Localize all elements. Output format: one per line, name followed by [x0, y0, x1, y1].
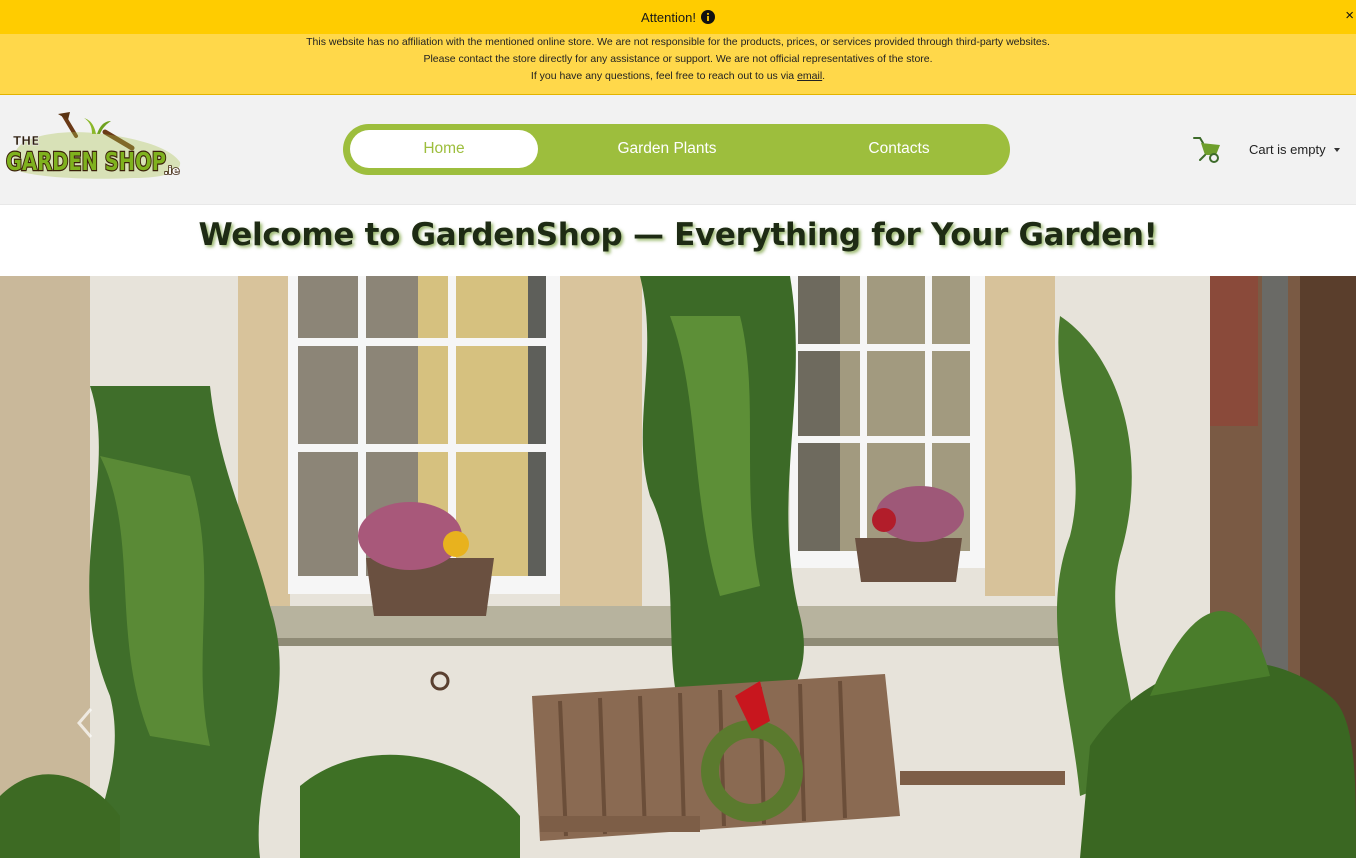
cart-status[interactable]: Cart is empty [1249, 142, 1326, 157]
logo-text-main: GARDEN SHOP [6, 147, 166, 176]
garden-shop-logo[interactable]: THE GARDEN SHOP .ie [4, 112, 186, 186]
info-icon [700, 10, 715, 24]
attention-banner: Attention! × [0, 0, 1356, 34]
disclaimer-line-1: This website has no affiliation with the… [306, 36, 1050, 48]
wheelbarrow-icon[interactable] [1192, 135, 1222, 163]
disclaimer-line-3: If you have any questions, feel free to … [530, 70, 826, 82]
disclaimer-line-2: Please contact the store directly for an… [423, 53, 933, 65]
attention-title: Attention! [641, 9, 696, 25]
main-navigation: Home Garden Plants Contacts [343, 124, 1010, 175]
email-link[interactable]: email [797, 70, 822, 82]
nav-home[interactable]: Home [350, 130, 538, 168]
page-title: Welcome to GardenShop — Everything for Y… [198, 217, 1158, 253]
nav-garden-plants[interactable]: Garden Plants [573, 130, 761, 168]
logo-text-top: THE [13, 134, 39, 148]
chevron-left-icon[interactable] [74, 706, 96, 740]
nav-contacts[interactable]: Contacts [805, 130, 993, 168]
disclaimer-notice: This website has no affiliation with the… [0, 34, 1356, 95]
logo-text-tld: .ie [164, 164, 179, 177]
hero-garden-illustration [0, 276, 1356, 858]
close-icon[interactable]: × [1345, 8, 1354, 23]
hero-image [0, 276, 1356, 858]
site-header: THE GARDEN SHOP .ie Home Garden Plants C… [0, 95, 1356, 205]
chevron-down-icon[interactable] [1334, 148, 1340, 152]
